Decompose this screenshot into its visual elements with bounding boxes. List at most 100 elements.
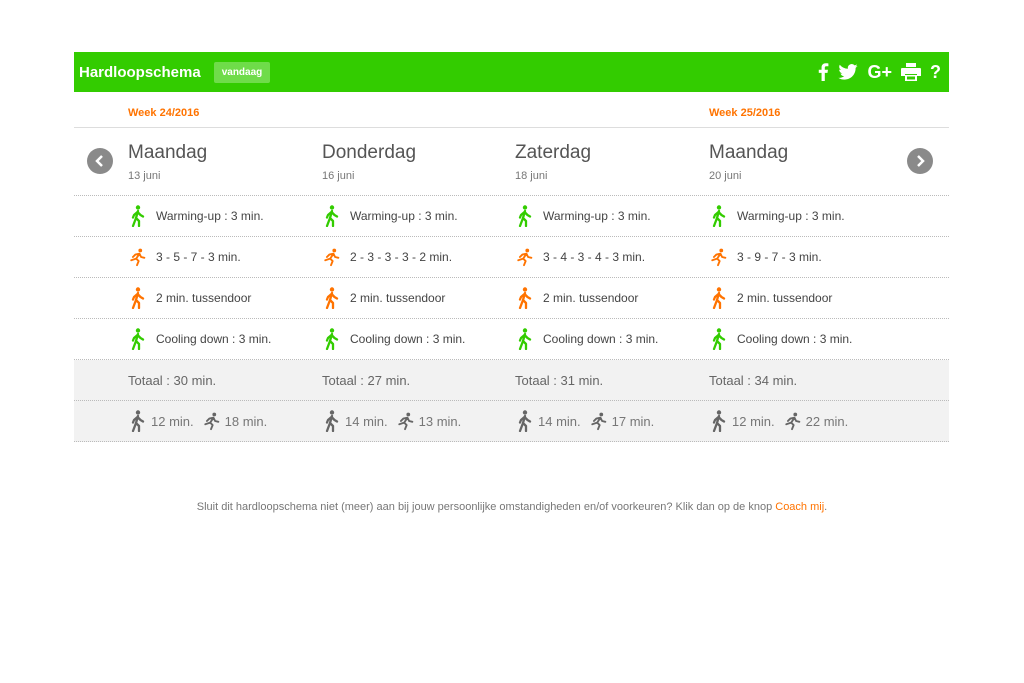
step-text: 2 min. tussendoor — [350, 291, 446, 305]
schedule-cell: Warming-up : 3 min. — [322, 196, 458, 236]
walk-icon — [322, 287, 340, 309]
schedule-cell: 2 min. tussendoor — [322, 278, 445, 318]
time-split: 14 min. 17 min. — [515, 401, 662, 441]
footer-text: Sluit dit hardloopschema niet (meer) aan… — [196, 501, 776, 513]
schedule-cell: Warming-up : 3 min. — [709, 196, 845, 236]
running-schedule-widget: Hardloopschema vandaag G+ ? Week 24/2016… — [74, 52, 949, 442]
twitter-icon[interactable] — [838, 64, 859, 80]
run-icon — [396, 410, 414, 432]
print-icon[interactable] — [901, 63, 921, 81]
day-name: Maandag — [128, 142, 208, 163]
walk-time: 12 min. — [151, 413, 194, 429]
walk-icon — [709, 205, 727, 227]
run-icon — [709, 246, 727, 268]
day-column-header: Donderdag 16 juni — [322, 142, 416, 182]
walk-icon — [515, 410, 533, 432]
step-text: Cooling down : 3 min. — [156, 332, 272, 346]
schedule-cell: 2 - 3 - 3 - 3 - 2 min. — [322, 237, 452, 277]
day-column-header: Zaterdag 18 juni — [515, 142, 591, 182]
step-text: Cooling down : 3 min. — [350, 332, 466, 346]
facebook-icon[interactable] — [817, 63, 829, 81]
schedule-cell: Cooling down : 3 min. — [709, 319, 852, 359]
schedule-cell: 2 min. tussendoor — [128, 278, 251, 318]
schedule-cell: Cooling down : 3 min. — [515, 319, 658, 359]
step-text: 2 min. tussendoor — [156, 291, 252, 305]
day-column-header: Maandag 20 juni — [709, 142, 788, 182]
next-button[interactable] — [907, 148, 933, 174]
walk-icon — [322, 328, 340, 350]
schedule-rows: Warming-up : 3 min. Warming-up : 3 min. Wa… — [74, 196, 949, 360]
splits-row: 12 min. 18 min. 14 min. 13 min. 14 min. 17 mi… — [74, 401, 949, 442]
step-text: 2 - 3 - 3 - 3 - 2 min. — [350, 250, 453, 264]
google-plus-icon[interactable]: G+ — [867, 62, 892, 83]
time-split: 12 min. 22 min. — [709, 401, 856, 441]
week-label: Week 25/2016 — [709, 107, 781, 119]
week-row: Week 24/2016 Week 25/2016 — [74, 92, 949, 128]
walk-icon — [128, 205, 146, 227]
schedule-cell: Warming-up : 3 min. — [128, 196, 264, 236]
help-icon[interactable]: ? — [930, 62, 941, 83]
walk-icon — [128, 410, 146, 432]
total-time: Totaal : 27 min. — [322, 372, 411, 388]
total-time: Totaal : 31 min. — [515, 372, 604, 388]
run-time: 13 min. — [418, 413, 462, 429]
walk-time: 14 min. — [345, 413, 388, 429]
chevron-right-icon — [917, 155, 925, 167]
run-icon — [515, 246, 533, 268]
walk-icon — [128, 328, 146, 350]
coach-me-link[interactable]: Coach mij — [775, 501, 824, 513]
schedule-row: Cooling down : 3 min. Cooling down : 3 mi… — [74, 319, 949, 360]
schedule-row: Warming-up : 3 min. Warming-up : 3 min. Wa… — [74, 196, 949, 237]
walk-icon — [128, 287, 146, 309]
day-date: 13 juni — [128, 170, 161, 182]
schedule-cell: Warming-up : 3 min. — [515, 196, 651, 236]
day-name: Zaterdag — [515, 142, 592, 163]
walk-time: 12 min. — [732, 413, 775, 429]
week-label: Week 24/2016 — [128, 107, 200, 119]
step-text: Warming-up : 3 min. — [737, 209, 845, 223]
walk-icon — [709, 287, 727, 309]
walk-icon — [709, 328, 727, 350]
share-toolbar: G+ ? — [817, 52, 941, 92]
day-date: 18 juni — [515, 170, 548, 182]
run-icon — [202, 410, 220, 432]
walk-icon — [709, 410, 727, 432]
walk-icon — [322, 205, 340, 227]
previous-button[interactable] — [87, 148, 113, 174]
schedule-cell: Cooling down : 3 min. — [128, 319, 271, 359]
schedule-cell: 3 - 4 - 3 - 4 - 3 min. — [515, 237, 645, 277]
footer-note: Sluit dit hardloopschema niet (meer) aan… — [0, 501, 1024, 513]
step-text: 3 - 5 - 7 - 3 min. — [156, 250, 241, 264]
walk-icon — [515, 328, 533, 350]
day-name: Maandag — [709, 142, 789, 163]
day-name: Donderdag — [322, 142, 417, 163]
schedule-cell: Cooling down : 3 min. — [322, 319, 465, 359]
schedule-cell: 3 - 9 - 7 - 3 min. — [709, 237, 822, 277]
schedule-cell: 2 min. tussendoor — [709, 278, 832, 318]
step-text: Cooling down : 3 min. — [543, 332, 659, 346]
today-button[interactable]: vandaag — [213, 61, 271, 83]
walk-icon — [322, 410, 340, 432]
run-icon — [128, 246, 146, 268]
day-header-row: Maandag 13 juni Donderdag 16 juni Zaterd… — [74, 128, 949, 196]
run-icon — [783, 410, 801, 432]
schedule-cell: 2 min. tussendoor — [515, 278, 638, 318]
step-text: Warming-up : 3 min. — [156, 209, 264, 223]
step-text: 3 - 4 - 3 - 4 - 3 min. — [543, 250, 646, 264]
step-text: 2 min. tussendoor — [543, 291, 639, 305]
run-time: 18 min. — [224, 413, 268, 429]
step-text: Cooling down : 3 min. — [737, 332, 853, 346]
schedule-row: 2 min. tussendoor 2 min. tussendoor 2 min.… — [74, 278, 949, 319]
walk-time: 14 min. — [538, 413, 581, 429]
walk-icon — [515, 205, 533, 227]
footer-end: . — [824, 501, 828, 513]
step-text: Warming-up : 3 min. — [350, 209, 458, 223]
run-time: 22 min. — [805, 413, 849, 429]
day-date: 20 juni — [709, 170, 742, 182]
step-text: Warming-up : 3 min. — [543, 209, 651, 223]
step-text: 3 - 9 - 7 - 3 min. — [737, 250, 822, 264]
run-icon — [322, 246, 340, 268]
chevron-left-icon — [95, 155, 103, 167]
time-split: 14 min. 13 min. — [322, 401, 469, 441]
walk-icon — [515, 287, 533, 309]
